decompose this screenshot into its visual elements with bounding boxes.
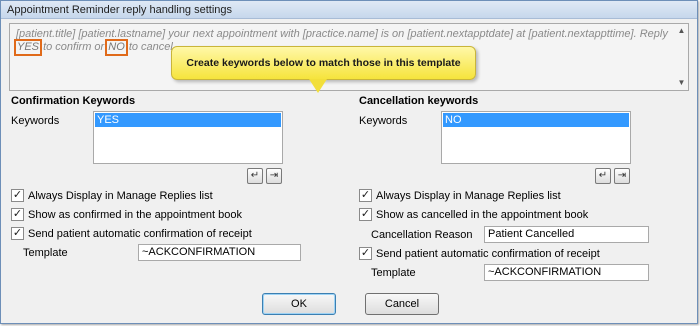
checkmark-icon[interactable]: ✓ (11, 227, 24, 240)
preview-text-after: to cancel. (125, 41, 176, 53)
confirm-template-field[interactable]: ~ACKCONFIRMATION (138, 244, 301, 261)
checkmark-icon[interactable]: ✓ (359, 208, 372, 221)
cancellation-reason-field[interactable]: Patient Cancelled (484, 226, 649, 243)
cancellation-keywords-list[interactable]: NO (441, 111, 631, 164)
cancel-keyword-highlight: NO (105, 39, 128, 56)
checkmark-icon[interactable]: ✓ (359, 247, 372, 260)
confirm-keyword-highlight: YES (13, 39, 43, 56)
help-callout: Create keywords below to match those in … (171, 46, 476, 80)
cancel-send-receipt-checkbox[interactable]: ✓ Send patient automatic confirmation of… (359, 247, 600, 260)
remove-keyword-icon[interactable]: ⇥ (266, 168, 282, 184)
checkmark-icon[interactable]: ✓ (359, 189, 372, 202)
cancel-always-display-checkbox[interactable]: ✓ Always Display in Manage Replies list (359, 189, 561, 202)
cancel-button[interactable]: Cancel (365, 293, 439, 315)
confirmation-section-title: Confirmation Keywords (11, 95, 136, 107)
checkbox-label: Always Display in Manage Replies list (376, 189, 561, 202)
checkbox-label: Show as confirmed in the appointment boo… (28, 208, 243, 221)
cancel-template-label: Template (371, 267, 416, 279)
remove-keyword-icon[interactable]: ⇥ (614, 168, 630, 184)
checkmark-icon[interactable]: ✓ (11, 208, 24, 221)
checkbox-label: Send patient automatic confirmation of r… (376, 247, 600, 260)
add-keyword-icon[interactable]: ↵ (595, 168, 611, 184)
checkmark-icon[interactable]: ✓ (11, 189, 24, 202)
confirm-template-label: Template (23, 247, 68, 259)
confirm-show-as-checkbox[interactable]: ✓ Show as confirmed in the appointment b… (11, 208, 242, 221)
cancellation-section-title: Cancellation keywords (359, 95, 479, 107)
settings-dialog: Appointment Reminder reply handling sett… (0, 0, 698, 324)
add-keyword-icon[interactable]: ↵ (247, 168, 263, 184)
scroll-down-arrow-icon[interactable]: ▼ (677, 79, 686, 87)
checkbox-label: Always Display in Manage Replies list (28, 189, 213, 202)
confirm-send-receipt-checkbox[interactable]: ✓ Send patient automatic confirmation of… (11, 227, 252, 240)
list-item[interactable]: NO (443, 113, 629, 127)
cancel-template-field[interactable]: ~ACKCONFIRMATION (484, 264, 649, 281)
confirmation-keywords-label: Keywords (11, 115, 60, 127)
cancellation-reason-label: Cancellation Reason (371, 229, 473, 241)
cancel-show-as-checkbox[interactable]: ✓ Show as cancelled in the appointment b… (359, 208, 588, 221)
confirm-always-display-checkbox[interactable]: ✓ Always Display in Manage Replies list (11, 189, 213, 202)
preview-text-middle: to confirm or (40, 41, 108, 53)
confirmation-keywords-list[interactable]: YES (93, 111, 283, 164)
scroll-up-arrow-icon[interactable]: ▲ (677, 27, 686, 35)
ok-button[interactable]: OK (262, 293, 336, 315)
checkbox-label: Send patient automatic confirmation of r… (28, 227, 252, 240)
cancellation-keywords-label: Keywords (359, 115, 408, 127)
list-item[interactable]: YES (95, 113, 281, 127)
dialog-title: Appointment Reminder reply handling sett… (1, 1, 697, 19)
callout-pointer (309, 79, 327, 93)
checkbox-label: Show as cancelled in the appointment boo… (376, 208, 589, 221)
